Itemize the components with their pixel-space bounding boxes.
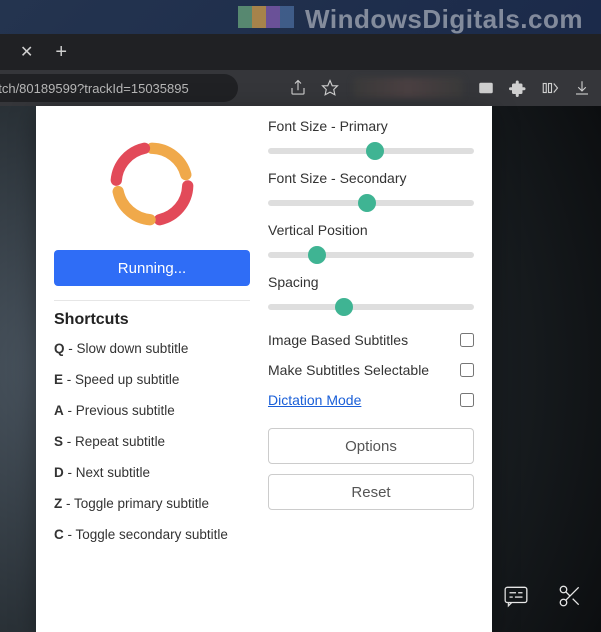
- shortcut-row: Z - Toggle primary subtitle: [54, 496, 250, 511]
- active-extension-icon[interactable]: [477, 79, 495, 97]
- bookmark-star-icon[interactable]: [321, 79, 339, 97]
- toggle-dictation[interactable]: [460, 393, 474, 407]
- shortcut-row: E - Speed up subtitle: [54, 372, 250, 387]
- extensions-blurred: [353, 78, 463, 98]
- slider-font-primary[interactable]: [268, 148, 474, 154]
- media-controls-icon[interactable]: [541, 79, 559, 97]
- address-bar[interactable]: /watch/80189599?trackId=15035895: [0, 74, 238, 102]
- browser-toolbar: /watch/80189599?trackId=15035895: [0, 70, 601, 106]
- options-button[interactable]: Options: [268, 428, 474, 464]
- downloads-icon[interactable]: [573, 79, 591, 97]
- subtitles-icon[interactable]: [503, 583, 529, 614]
- slider-thumb[interactable]: [335, 298, 353, 316]
- slider-vertical-position[interactable]: [268, 252, 474, 258]
- slider-thumb[interactable]: [358, 194, 376, 212]
- dictation-mode-link[interactable]: Dictation Mode: [268, 392, 361, 408]
- reset-button[interactable]: Reset: [268, 474, 474, 510]
- slider-label-font-primary: Font Size - Primary: [268, 118, 474, 134]
- slider-spacing[interactable]: [268, 304, 474, 310]
- share-icon[interactable]: [289, 79, 307, 97]
- slider-label-font-secondary: Font Size - Secondary: [268, 170, 474, 186]
- divider: [54, 300, 250, 301]
- extension-popup: Running... Shortcuts Q - Slow down subti…: [36, 106, 492, 632]
- slider-thumb[interactable]: [366, 142, 384, 160]
- shortcut-row: Q - Slow down subtitle: [54, 341, 250, 356]
- extension-logo: [54, 118, 250, 250]
- tab-strip: ✕ +: [0, 34, 601, 70]
- extensions-puzzle-icon[interactable]: [509, 79, 527, 97]
- toggle-label-selectable: Make Subtitles Selectable: [268, 362, 429, 378]
- shortcut-row: A - Previous subtitle: [54, 403, 250, 418]
- status-running-button[interactable]: Running...: [54, 250, 250, 286]
- url-text: /watch/80189599?trackId=15035895: [0, 81, 189, 96]
- new-tab-icon[interactable]: +: [41, 41, 81, 64]
- shortcuts-heading: Shortcuts: [54, 311, 250, 329]
- scissors-icon[interactable]: [557, 583, 583, 614]
- watermark-text: WindowsDigitals.com: [305, 4, 583, 35]
- shortcut-row: S - Repeat subtitle: [54, 434, 250, 449]
- slider-thumb[interactable]: [308, 246, 326, 264]
- toggle-image-based[interactable]: [460, 333, 474, 347]
- close-tab-icon[interactable]: ✕: [12, 42, 41, 62]
- slider-label-vertical-position: Vertical Position: [268, 222, 474, 238]
- slider-label-spacing: Spacing: [268, 274, 474, 290]
- shortcut-row: C - Toggle secondary subtitle: [54, 527, 250, 542]
- shortcut-row: D - Next subtitle: [54, 465, 250, 480]
- watermark-swatches: [238, 6, 294, 28]
- toggle-label-image-based: Image Based Subtitles: [268, 332, 408, 348]
- toggle-selectable[interactable]: [460, 363, 474, 377]
- slider-font-secondary[interactable]: [268, 200, 474, 206]
